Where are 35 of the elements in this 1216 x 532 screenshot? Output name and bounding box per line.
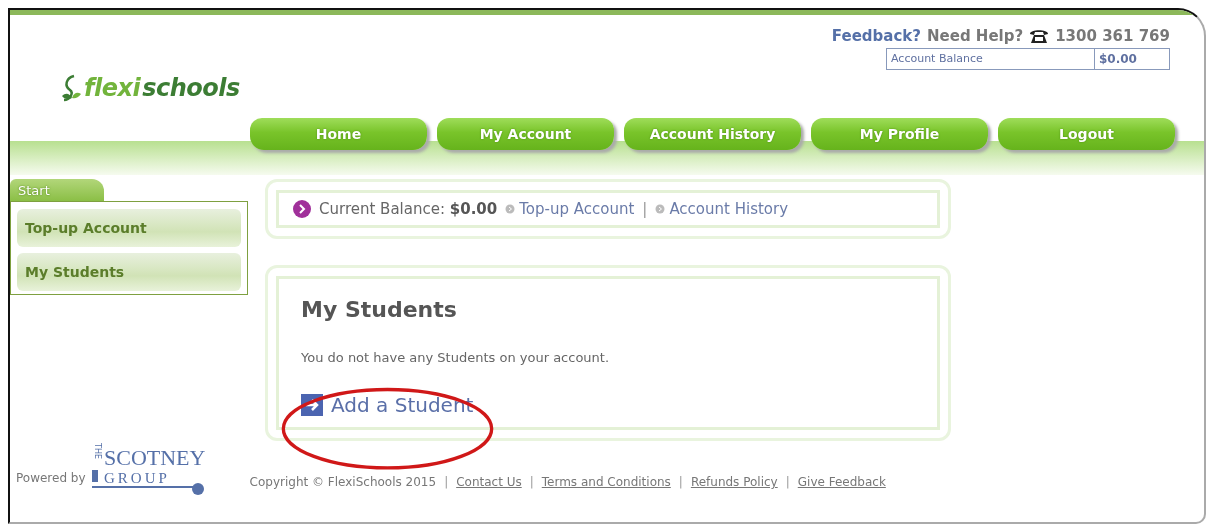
account-balance-value: $0.00 (1098, 51, 1138, 68)
separator: | (444, 475, 449, 489)
current-balance-text: Current Balance: $0.00 (319, 200, 498, 218)
powered-by-text: Powered by (16, 471, 86, 485)
nav-tab[interactable]: My Account (437, 118, 614, 150)
need-help-text: Need Help? (927, 27, 1024, 45)
bullet-icon (655, 204, 666, 214)
separator: | (642, 200, 648, 218)
flexischools-logo: flexischools (60, 73, 240, 103)
leaf-icon (60, 74, 82, 102)
scotney-group-logo: THE SCOTNEY GROUP (89, 441, 222, 497)
copyright-text: Copyright © FlexiSchools 2015 (249, 475, 437, 489)
balance-link[interactable]: Top-up Account (505, 200, 635, 218)
account-balance-label: Account Balance (887, 49, 1095, 69)
nav-tab[interactable]: My Profile (811, 118, 988, 150)
feedback-link[interactable]: Feedback? (831, 27, 921, 45)
footer-link[interactable]: Refunds Policy (690, 475, 778, 489)
footer-link[interactable]: Give Feedback (797, 475, 886, 489)
sidebar-item[interactable]: My Students (17, 253, 241, 291)
balance-link[interactable]: Account History (655, 200, 789, 218)
telephone-icon (1029, 28, 1050, 44)
phone-number: 1300 361 769 (1055, 27, 1170, 45)
separator: | (529, 475, 534, 489)
bullet-icon (505, 204, 516, 214)
footer-link[interactable]: Terms and Conditions (541, 475, 671, 489)
empty-message: You do not have any Students on your account. (301, 350, 611, 365)
sidebar-item[interactable]: Top-up Account (17, 209, 241, 247)
separator: | (785, 475, 790, 489)
panel-title: My Students (301, 297, 458, 322)
nav-tab[interactable]: Home (250, 118, 427, 150)
footer-link[interactable]: Contact Us (456, 475, 522, 489)
nav-tab[interactable]: Account History (624, 118, 801, 150)
nav-tab[interactable]: Logout (998, 118, 1175, 150)
separator: | (678, 475, 683, 489)
arrow-circle-icon (293, 200, 311, 218)
